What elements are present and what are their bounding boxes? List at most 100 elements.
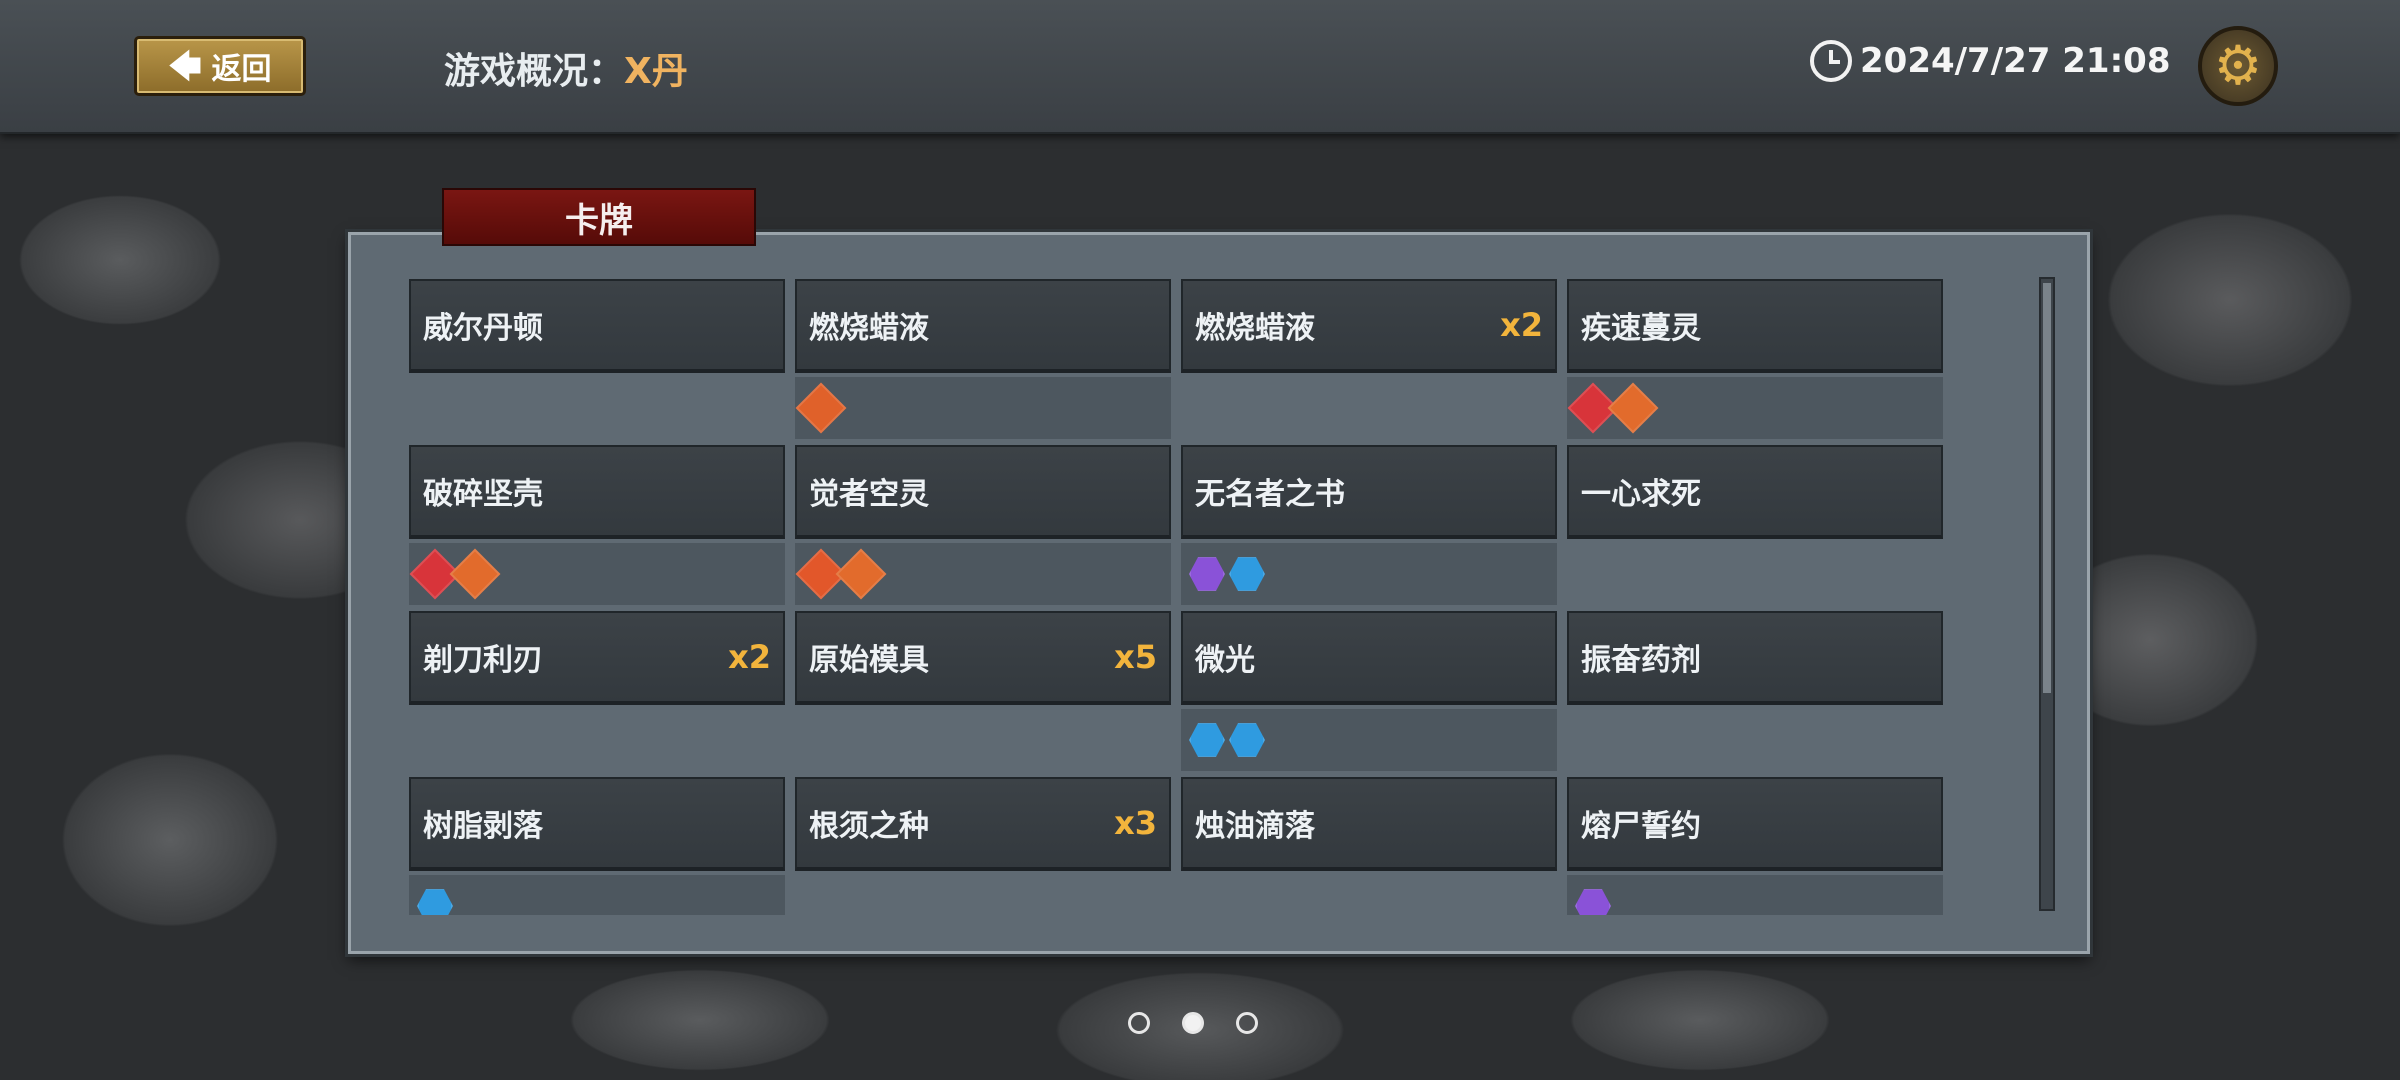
card-count: x2 xyxy=(728,638,771,676)
scrollbar[interactable] xyxy=(2039,277,2055,911)
cards-scroll-area[interactable]: 威尔丹顿 燃烧蜡液 燃烧蜡液 x2 疾速蔓灵破碎坚壳 觉者空灵 无名者之书 一心求死剃刀利刃 x… xyxy=(409,279,1979,915)
tag-icon xyxy=(1229,723,1265,757)
card-tags xyxy=(795,875,1171,915)
card-name: 疾速蔓灵 xyxy=(1581,311,1701,346)
card-tags xyxy=(795,543,1171,605)
card-count: x3 xyxy=(1114,804,1157,842)
card-tags xyxy=(409,709,785,771)
card-name: 振奋药剂 xyxy=(1581,643,1701,678)
datetime-display: 2024/7/27 21:08 xyxy=(1810,40,2171,82)
tag-icon xyxy=(417,889,453,915)
card-item[interactable]: 根须之种 x3 xyxy=(795,777,1171,871)
back-label: 返回 xyxy=(211,52,272,87)
card-item[interactable]: 无名者之书 xyxy=(1181,445,1557,539)
card-name: 剃刀利刃 xyxy=(423,643,543,678)
card-cell: 破碎坚壳 xyxy=(409,445,785,611)
card-tags xyxy=(1181,875,1557,915)
page-indicator xyxy=(1128,1012,1258,1034)
card-count: x2 xyxy=(1500,306,1543,344)
card-tags xyxy=(1567,377,1943,439)
tag-icon xyxy=(1229,557,1265,591)
card-cell: 根须之种 x3 xyxy=(795,777,1171,915)
card-item[interactable]: 破碎坚壳 xyxy=(409,445,785,539)
settings-button[interactable]: ⚙ xyxy=(2198,26,2278,106)
tag-icon xyxy=(1607,382,1659,434)
card-name: 烛油滴落 xyxy=(1195,809,1315,844)
card-cell: 无名者之书 xyxy=(1181,445,1557,611)
scrollbar-thumb[interactable] xyxy=(2043,283,2051,693)
title-label: 游戏概况： xyxy=(444,51,625,92)
arrow-left-icon: 🡄 xyxy=(168,47,202,85)
card-cell: 一心求死 xyxy=(1567,445,1943,611)
card-item[interactable]: 威尔丹顿 xyxy=(409,279,785,373)
card-name: 树脂剥落 xyxy=(423,809,543,844)
card-name: 燃烧蜡液 xyxy=(809,311,929,346)
card-item[interactable]: 觉者空灵 xyxy=(795,445,1171,539)
card-cell: 威尔丹顿 xyxy=(409,279,785,445)
clock-icon xyxy=(1810,40,1852,82)
card-item[interactable]: 燃烧蜡液 x2 xyxy=(1181,279,1557,373)
card-cell: 燃烧蜡液 x2 xyxy=(1181,279,1557,445)
card-name: 无名者之书 xyxy=(1195,477,1345,512)
card-name: 熔尸誓约 xyxy=(1581,809,1701,844)
card-name: 微光 xyxy=(1195,643,1255,678)
card-item[interactable]: 振奋药剂 xyxy=(1567,611,1943,705)
card-tags xyxy=(1181,377,1557,439)
cards-tab-title: 卡牌 xyxy=(442,188,756,246)
datetime-text: 2024/7/27 21:08 xyxy=(1860,41,2171,81)
card-cell: 原始模具 x5 xyxy=(795,611,1171,777)
page-dot[interactable] xyxy=(1182,1012,1204,1034)
card-cell: 微光 xyxy=(1181,611,1557,777)
page-title: 游戏概况：X丹 xyxy=(444,42,688,94)
card-name: 燃烧蜡液 xyxy=(1195,311,1315,346)
card-name: 破碎坚壳 xyxy=(423,477,543,512)
card-tags xyxy=(1567,709,1943,771)
tag-icon xyxy=(835,548,887,600)
tag-icon xyxy=(1575,889,1611,915)
card-item[interactable]: 剃刀利刃 x2 xyxy=(409,611,785,705)
back-button[interactable]: 🡄 返回 xyxy=(134,36,306,96)
tag-icon xyxy=(1189,723,1225,757)
card-tags xyxy=(409,875,785,915)
card-name: 原始模具 xyxy=(809,643,929,678)
card-cell: 疾速蔓灵 xyxy=(1567,279,1943,445)
card-cell: 振奋药剂 xyxy=(1567,611,1943,777)
tag-icon xyxy=(449,548,501,600)
card-tags xyxy=(409,377,785,439)
page-dot[interactable] xyxy=(1236,1012,1258,1034)
gear-icon: ⚙ xyxy=(2213,34,2263,97)
card-cell: 剃刀利刃 x2 xyxy=(409,611,785,777)
player-name: X丹 xyxy=(624,51,688,92)
card-tags xyxy=(795,709,1171,771)
tag-icon xyxy=(795,382,847,434)
card-tags xyxy=(1181,543,1557,605)
card-tags xyxy=(409,543,785,605)
card-name: 觉者空灵 xyxy=(809,477,929,512)
card-tags xyxy=(1181,709,1557,771)
card-cell: 树脂剥落 xyxy=(409,777,785,915)
card-cell: 熔尸誓约 xyxy=(1567,777,1943,915)
card-count: x5 xyxy=(1114,638,1157,676)
tag-icon xyxy=(1189,557,1225,591)
card-item[interactable]: 微光 xyxy=(1181,611,1557,705)
cards-panel: 威尔丹顿 燃烧蜡液 燃烧蜡液 x2 疾速蔓灵破碎坚壳 觉者空灵 无名者之书 一心求死剃刀利刃 x… xyxy=(348,232,2090,954)
card-name: 一心求死 xyxy=(1581,477,1701,512)
card-cell: 烛油滴落 xyxy=(1181,777,1557,915)
page-dot[interactable] xyxy=(1128,1012,1150,1034)
card-item[interactable]: 原始模具 x5 xyxy=(795,611,1171,705)
card-item[interactable]: 燃烧蜡液 xyxy=(795,279,1171,373)
card-tags xyxy=(1567,875,1943,915)
card-name: 根须之种 xyxy=(809,809,929,844)
card-tags xyxy=(795,377,1171,439)
card-item[interactable]: 树脂剥落 xyxy=(409,777,785,871)
card-item[interactable]: 疾速蔓灵 xyxy=(1567,279,1943,373)
card-item[interactable]: 熔尸誓约 xyxy=(1567,777,1943,871)
top-bar: 🡄 返回 游戏概况：X丹 2024/7/27 21:08 ⚙ xyxy=(0,0,2400,134)
card-cell: 觉者空灵 xyxy=(795,445,1171,611)
card-item[interactable]: 烛油滴落 xyxy=(1181,777,1557,871)
card-name: 威尔丹顿 xyxy=(423,311,543,346)
card-item[interactable]: 一心求死 xyxy=(1567,445,1943,539)
cards-grid: 威尔丹顿 燃烧蜡液 燃烧蜡液 x2 疾速蔓灵破碎坚壳 觉者空灵 无名者之书 一心求死剃刀利刃 x… xyxy=(409,279,1979,915)
card-cell: 燃烧蜡液 xyxy=(795,279,1171,445)
card-tags xyxy=(1567,543,1943,605)
